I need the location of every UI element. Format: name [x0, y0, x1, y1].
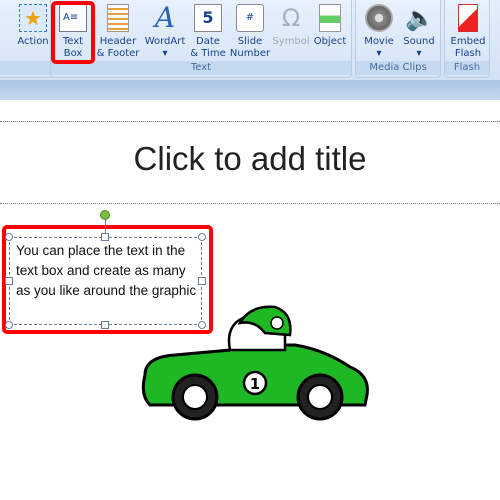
symbol-button[interactable]: Ω Symbol	[271, 4, 311, 48]
helmet-number-circle	[270, 316, 284, 330]
title-placeholder-border-bottom	[0, 203, 500, 204]
object-button[interactable]: Object	[311, 4, 349, 48]
front-hub	[307, 384, 333, 410]
text-box-highlight	[51, 1, 95, 64]
race-car-clipart: 1	[141, 305, 369, 421]
wordart-icon: A	[154, 1, 176, 34]
title-placeholder[interactable]: Click to add title	[0, 140, 500, 178]
embed-flash-button[interactable]: Embed Flash	[447, 4, 489, 60]
car-number: 1	[250, 375, 260, 393]
action-icon: ★	[19, 4, 47, 32]
flash-icon	[458, 4, 478, 32]
resize-handle[interactable]	[198, 233, 206, 241]
flash-group: Embed Flash Flash	[444, 0, 490, 78]
ribbon-bottom-bar	[0, 80, 500, 100]
resize-handle[interactable]	[5, 321, 13, 329]
wordart-button[interactable]: A WordArt ▾	[143, 4, 187, 60]
header-footer-icon	[107, 4, 129, 32]
resize-handle[interactable]	[101, 233, 109, 241]
media-clips-group: Movie ▾ 🔈 Sound ▾ Media Clips	[355, 0, 441, 78]
rotation-handle[interactable]	[100, 210, 110, 220]
sound-button[interactable]: 🔈 Sound ▾	[398, 4, 440, 60]
slide-number-button[interactable]: # Slide Number	[229, 4, 271, 60]
ribbon: ★ Action ks A≡TextBox Header& Footer AWo…	[0, 0, 500, 80]
text-group: A≡ Text Box Header & Footer A WordArt ▾ 5 Date…	[50, 0, 352, 78]
resize-handle[interactable]	[5, 233, 13, 241]
date-time-icon: 5	[194, 4, 222, 32]
title-placeholder-border-top	[0, 121, 500, 122]
header-footer-button[interactable]: Header & Footer	[95, 4, 141, 60]
omega-icon: Ω	[281, 4, 301, 32]
rear-hub	[182, 384, 208, 410]
film-reel-icon	[365, 4, 393, 32]
resize-handle[interactable]	[101, 321, 109, 329]
textbox-text[interactable]: You can place the text in the text box a…	[16, 241, 201, 301]
speaker-icon: 🔈	[405, 4, 435, 32]
resize-handle[interactable]	[5, 277, 13, 285]
object-icon	[319, 4, 341, 32]
date-time-button[interactable]: 5 Date & Time	[189, 4, 227, 60]
slide-number-icon: #	[236, 4, 264, 32]
movie-button[interactable]: Movie ▾	[358, 4, 400, 60]
